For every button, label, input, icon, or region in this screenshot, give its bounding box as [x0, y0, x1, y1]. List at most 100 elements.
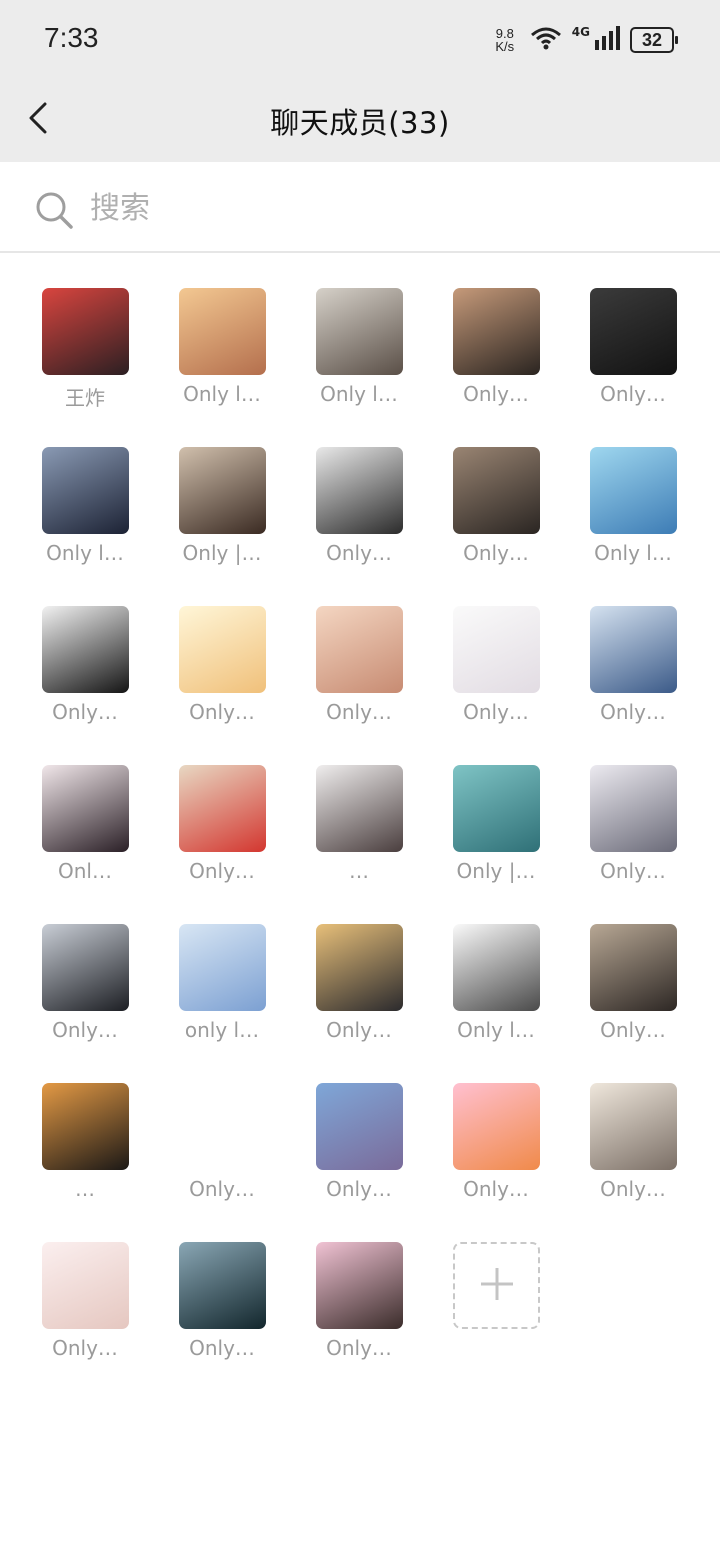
member-name: Only…	[600, 859, 666, 883]
member-name: Only…	[463, 1177, 529, 1201]
member-item[interactable]: Only l…	[565, 447, 701, 597]
avatar	[453, 765, 540, 852]
member-name: Only…	[326, 1336, 392, 1360]
member-name: Only…	[52, 1018, 118, 1042]
avatar	[42, 447, 129, 534]
avatar	[179, 1242, 266, 1329]
member-item[interactable]: 王炸	[17, 288, 153, 438]
member-name: Only…	[189, 700, 255, 724]
search-icon	[34, 190, 74, 230]
member-item[interactable]: Only…	[565, 1083, 701, 1233]
avatar	[453, 1083, 540, 1170]
member-item[interactable]: Only…	[291, 447, 427, 597]
page-title: 聊天成员(33)	[270, 106, 450, 140]
member-name: Only…	[600, 1177, 666, 1201]
member-name: Only…	[463, 541, 529, 565]
avatar	[179, 924, 266, 1011]
avatar	[316, 765, 403, 852]
member-name: 王炸	[65, 386, 105, 410]
member-name: …	[349, 859, 369, 883]
net-speed-unit: K/s	[495, 39, 515, 54]
member-item[interactable]: Only…	[17, 1242, 153, 1392]
add-member-button[interactable]	[428, 1242, 564, 1392]
member-name: only l…	[184, 1018, 260, 1042]
avatar	[42, 924, 129, 1011]
member-name: Only l…	[46, 541, 124, 565]
member-name: …	[75, 1177, 95, 1201]
member-name: Only…	[600, 1018, 666, 1042]
avatar	[179, 1083, 266, 1170]
avatar	[42, 1083, 129, 1170]
avatar	[590, 765, 677, 852]
member-item[interactable]: Only…	[428, 288, 564, 438]
member-item[interactable]: Only |…	[154, 447, 290, 597]
member-item[interactable]: Only…	[428, 447, 564, 597]
member-name: Only l…	[457, 1018, 535, 1042]
avatar	[453, 447, 540, 534]
member-item[interactable]: Only…	[428, 1083, 564, 1233]
avatar	[453, 288, 540, 375]
member-name: Only |…	[182, 541, 262, 565]
avatar	[453, 606, 540, 693]
avatar	[316, 1083, 403, 1170]
avatar	[590, 1083, 677, 1170]
member-item[interactable]: Only…	[291, 1083, 427, 1233]
member-item[interactable]: Only…	[17, 924, 153, 1074]
avatar	[316, 924, 403, 1011]
member-name: Only |…	[456, 859, 536, 883]
member-item[interactable]: Only l…	[428, 924, 564, 1074]
member-item[interactable]: Only…	[154, 1083, 290, 1233]
search-bar	[0, 162, 720, 253]
add-member-box	[453, 1242, 540, 1329]
member-item[interactable]: …	[291, 765, 427, 915]
member-item[interactable]: Only…	[565, 606, 701, 756]
member-item[interactable]: Only…	[565, 924, 701, 1074]
avatar	[42, 765, 129, 852]
avatar	[590, 447, 677, 534]
member-name: Only…	[52, 700, 118, 724]
member-item[interactable]: Only…	[154, 606, 290, 756]
avatar	[316, 447, 403, 534]
search-input[interactable]	[88, 182, 672, 234]
member-name: Only…	[326, 700, 392, 724]
member-item[interactable]: Only…	[291, 606, 427, 756]
member-item[interactable]: Only…	[154, 765, 290, 915]
member-item[interactable]: Onl…	[17, 765, 153, 915]
nav-bar: 聊天成员(33)	[0, 80, 720, 162]
battery-indicator: 32	[630, 27, 678, 53]
avatar	[179, 447, 266, 534]
avatar	[179, 606, 266, 693]
member-item[interactable]: Only l…	[291, 288, 427, 438]
member-name: Only…	[463, 382, 529, 406]
status-time: 7:33	[44, 22, 99, 53]
member-item[interactable]: Only |…	[428, 765, 564, 915]
member-name: Only…	[326, 1177, 392, 1201]
member-item[interactable]: only l…	[154, 924, 290, 1074]
member-item[interactable]: Only l…	[17, 447, 153, 597]
member-item[interactable]: Only…	[428, 606, 564, 756]
member-name: Only…	[326, 541, 392, 565]
member-item[interactable]: Only l…	[154, 288, 290, 438]
avatar	[42, 606, 129, 693]
signal-icon	[594, 26, 620, 54]
member-name: Only…	[600, 382, 666, 406]
member-name: Only…	[326, 1018, 392, 1042]
avatar	[316, 1242, 403, 1329]
avatar	[590, 288, 677, 375]
member-item[interactable]: Only…	[565, 765, 701, 915]
member-item[interactable]: …	[17, 1083, 153, 1233]
member-item[interactable]: Only…	[565, 288, 701, 438]
member-item[interactable]: Only…	[154, 1242, 290, 1392]
member-item[interactable]: Only…	[17, 606, 153, 756]
avatar	[179, 765, 266, 852]
member-item[interactable]: Only…	[291, 924, 427, 1074]
avatar	[316, 606, 403, 693]
status-icons: 9.8 K/s 4G 32	[490, 24, 678, 56]
member-name: Only…	[463, 700, 529, 724]
member-name: Only…	[600, 700, 666, 724]
member-item[interactable]: Only…	[291, 1242, 427, 1392]
status-bar: 7:33 9.8 K/s 4G 32	[0, 0, 720, 80]
avatar	[590, 606, 677, 693]
avatar	[179, 288, 266, 375]
avatar	[590, 924, 677, 1011]
